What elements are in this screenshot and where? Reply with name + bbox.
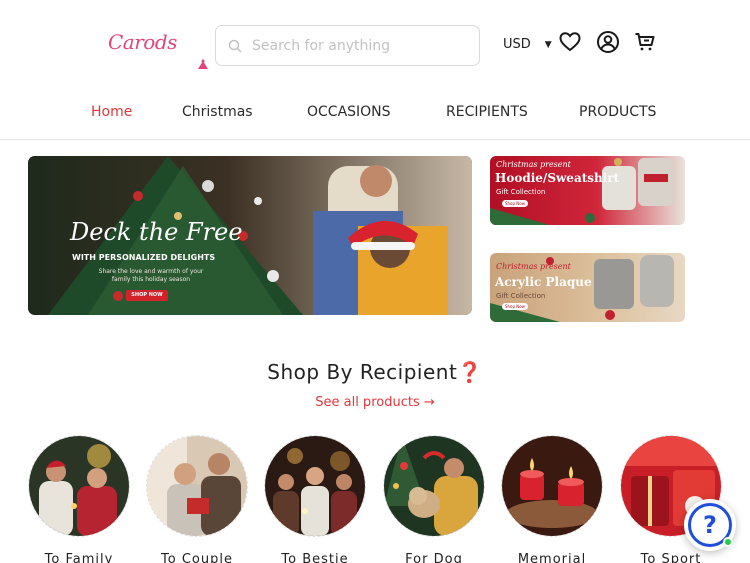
acrylic-plaque-banner[interactable]: Christmas present Acrylic Plaque Gift Co…	[490, 253, 685, 322]
couple-photo	[147, 436, 247, 536]
online-status-dot	[723, 537, 733, 547]
hoodie-banner-kicker: Christmas present	[496, 160, 571, 169]
hoodie-banner-title: Hoodie/Sweatshirt	[495, 171, 620, 185]
hoodie-banner-sub: Gift Collection	[496, 188, 546, 196]
recipient-card-dog[interactable]: For Dog	[383, 435, 485, 563]
nav-divider	[0, 139, 750, 140]
recipient-label: To Bestie	[281, 552, 349, 563]
recipient-label: To Sport	[640, 552, 702, 563]
main-nav: Home Christmas OCCASIONS RECIPIENTS PROD…	[0, 104, 750, 124]
bestie-photo	[265, 436, 365, 536]
search-bar[interactable]	[215, 25, 480, 66]
search-input[interactable]	[252, 37, 462, 54]
recipient-label: For Dog	[405, 552, 463, 563]
plaque-banner-title: Acrylic Plaque	[495, 275, 592, 289]
nav-item-home[interactable]: Home	[91, 104, 132, 120]
memorial-candles-photo	[502, 436, 602, 536]
hoodie-banner-shop-button[interactable]: Shop Now	[502, 200, 528, 207]
heart-icon[interactable]	[558, 30, 582, 54]
recipient-card-couple[interactable]: To Couple	[146, 435, 248, 563]
recipient-card-family[interactable]: To Family	[28, 435, 130, 563]
plaque-banner-sub: Gift Collection	[496, 292, 546, 300]
hero-banner[interactable]: Deck the Free WITH PERSONALIZED DELIGHTS…	[28, 156, 472, 315]
account-icon[interactable]	[596, 30, 620, 54]
nav-item-products[interactable]: PRODUCTS	[579, 104, 656, 120]
hoodie-sweatshirt-banner[interactable]: Christmas present Hoodie/Sweatshirt Gift…	[490, 156, 685, 225]
search-icon	[228, 39, 242, 53]
plaque-banner-kicker: Christmas present	[496, 262, 571, 271]
currency-selector[interactable]: USD ▼	[503, 37, 552, 52]
recipient-card-bestie[interactable]: To Bestie	[264, 435, 366, 563]
see-all-products-link[interactable]: See all products →	[0, 395, 750, 410]
caret-down-icon: ▼	[544, 39, 552, 50]
family-photo	[29, 436, 129, 536]
help-chat-button[interactable]: ?	[684, 499, 736, 551]
dog-photo	[384, 436, 484, 536]
currency-label: USD	[503, 37, 531, 52]
section-title: Shop By Recipient❓	[267, 360, 483, 384]
hero-subtitle: WITH PERSONALIZED DELIGHTS	[72, 253, 216, 262]
hero-title: Deck the Free	[70, 218, 243, 246]
recipient-card-memorial[interactable]: Memorial	[501, 435, 603, 563]
cart-icon[interactable]	[633, 30, 657, 54]
recipient-label: To Couple	[161, 552, 233, 563]
santa-hat-icon	[198, 59, 208, 69]
recipient-label: To Family	[44, 552, 114, 563]
nav-item-recipients[interactable]: RECIPIENTS	[446, 104, 528, 120]
nav-item-christmas[interactable]: Christmas	[182, 104, 253, 120]
nav-item-occasions[interactable]: OCCASIONS	[307, 104, 391, 120]
plaque-banner-shop-button[interactable]: Shop Now	[502, 303, 528, 310]
recipient-label: Memorial	[517, 552, 587, 563]
hero-copy: Share the love and warmth of your family…	[98, 268, 204, 283]
brand-logo-text: Carods	[108, 30, 177, 54]
hero-shop-now-button[interactable]: SHOP NOW	[126, 290, 168, 301]
